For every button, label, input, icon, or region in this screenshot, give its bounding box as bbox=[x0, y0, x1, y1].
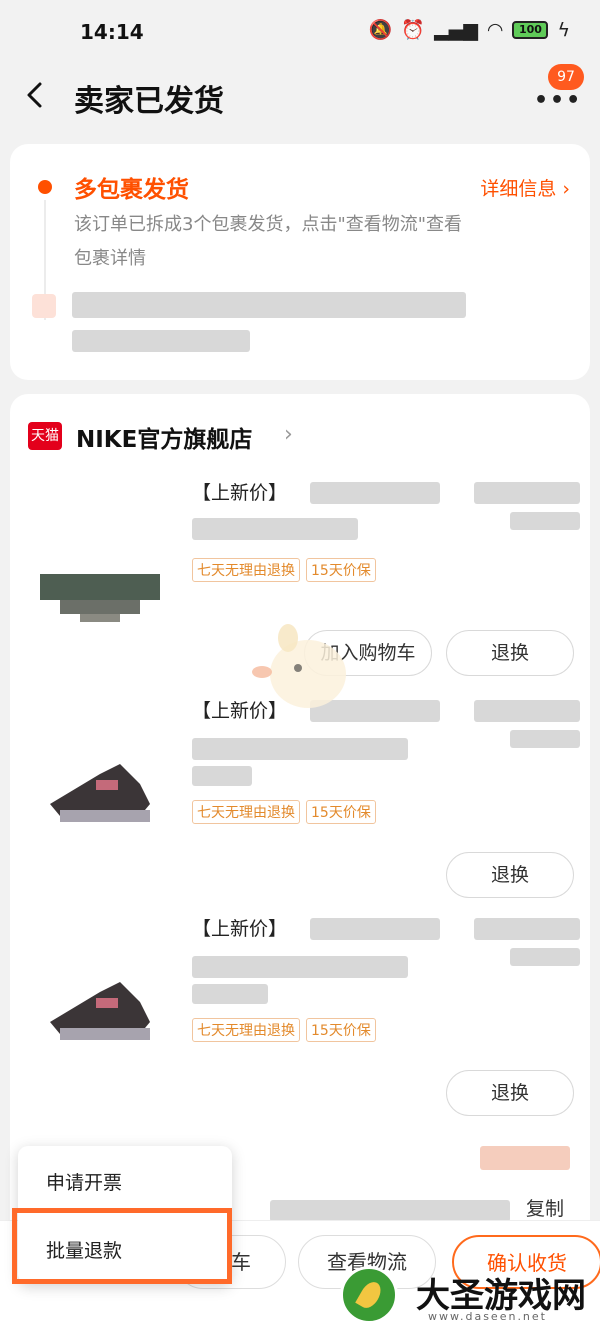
receiver-blurred bbox=[72, 330, 250, 352]
shipment-title: 多包裹发货 bbox=[74, 177, 189, 203]
page-title: 卖家已发货 bbox=[74, 84, 224, 119]
return-policy-tag: 七天无理由退换 bbox=[192, 1018, 300, 1042]
apply-invoice-item[interactable]: 申请开票 bbox=[46, 1168, 122, 1195]
store-name[interactable]: NIKE官方旗舰店 bbox=[76, 420, 252, 454]
product-size-blurred bbox=[192, 984, 268, 1004]
chevron-right-icon[interactable]: › bbox=[284, 422, 293, 447]
product-size-blurred bbox=[192, 766, 252, 786]
location-icon bbox=[32, 294, 56, 318]
status-time: 14:14 bbox=[80, 20, 144, 44]
product-qty-blurred bbox=[510, 948, 580, 966]
mascot-watermark bbox=[252, 624, 346, 708]
charging-icon: ϟ bbox=[557, 18, 570, 41]
total-price-blurred bbox=[480, 1146, 570, 1170]
price-protection-tag: 15天价保 bbox=[306, 558, 376, 582]
address-blurred bbox=[72, 292, 466, 318]
order-number-blurred bbox=[270, 1200, 510, 1222]
status-icons: 🔕 ⏰ ▂▄▆ ◠ 100 ϟ bbox=[368, 18, 570, 42]
return-exchange-button[interactable]: 退换 bbox=[446, 852, 574, 898]
service-tags: 七天无理由退换 15天价保 bbox=[192, 800, 376, 824]
back-arrow-icon[interactable] bbox=[18, 78, 52, 112]
product-name-blurred bbox=[310, 918, 440, 940]
product-image[interactable] bbox=[40, 962, 160, 1052]
shipment-description: 该订单已拆成3个包裹发货，点击"查看物流"查看包裹详情 bbox=[74, 214, 463, 269]
product-spec-blurred bbox=[192, 738, 408, 760]
watermark-logo-icon bbox=[340, 1266, 398, 1324]
more-options-icon[interactable]: ••• bbox=[534, 88, 582, 113]
copy-button[interactable]: 复制 bbox=[526, 1194, 564, 1221]
shipment-card: 多包裹发货 详细信息 › 该订单已拆成3个包裹发货，点击"查看物流"查看包裹详情 bbox=[10, 144, 590, 380]
detail-info-link[interactable]: 详细信息 › bbox=[480, 174, 570, 201]
product-item[interactable]: 【上新价】 七天无理由退换 15天价保 退换 bbox=[10, 914, 590, 1132]
battery-icon: 100 bbox=[512, 20, 549, 39]
watermark-url: www.daseen.net bbox=[428, 1310, 547, 1323]
product-item[interactable]: 【上新价】 七天无理由退换 15天价保 退换 bbox=[10, 696, 590, 914]
message-badge: 97 bbox=[548, 64, 584, 90]
timeline-dot-icon bbox=[38, 180, 52, 194]
price-protection-tag: 15天价保 bbox=[306, 1018, 376, 1042]
signal-icon: ▂▄▆ bbox=[434, 18, 478, 41]
product-name-blurred bbox=[310, 482, 440, 504]
product-price-blurred bbox=[474, 482, 580, 504]
price-protection-tag: 15天价保 bbox=[306, 800, 376, 824]
status-bar: 14:14 🔕 ⏰ ▂▄▆ ◠ 100 ϟ bbox=[0, 0, 600, 64]
return-exchange-button[interactable]: 退换 bbox=[446, 630, 574, 676]
page-header: 卖家已发货 ••• 97 bbox=[0, 64, 600, 128]
site-watermark: 大圣游戏网 www.daseen.net bbox=[340, 1262, 600, 1333]
product-price-blurred bbox=[474, 918, 580, 940]
wifi-icon: ◠ bbox=[486, 18, 504, 41]
product-title: 【上新价】 bbox=[192, 482, 288, 504]
mute-icon: 🔕 bbox=[368, 19, 393, 41]
return-policy-tag: 七天无理由退换 bbox=[192, 800, 300, 824]
return-exchange-button[interactable]: 退换 bbox=[446, 1070, 574, 1116]
product-title: 【上新价】 bbox=[192, 918, 288, 940]
product-spec-blurred bbox=[192, 518, 358, 540]
product-image[interactable] bbox=[40, 548, 160, 638]
highlight-box bbox=[12, 1208, 232, 1284]
product-spec-blurred bbox=[192, 956, 408, 978]
service-tags: 七天无理由退换 15天价保 bbox=[192, 1018, 376, 1042]
alarm-icon: ⏰ bbox=[401, 19, 426, 41]
product-qty-blurred bbox=[510, 512, 580, 530]
return-policy-tag: 七天无理由退换 bbox=[192, 558, 300, 582]
product-price-blurred bbox=[474, 700, 580, 722]
product-qty-blurred bbox=[510, 730, 580, 748]
service-tags: 七天无理由退换 15天价保 bbox=[192, 558, 376, 582]
product-image[interactable] bbox=[40, 744, 160, 834]
tmall-logo: 天猫 bbox=[28, 422, 62, 450]
